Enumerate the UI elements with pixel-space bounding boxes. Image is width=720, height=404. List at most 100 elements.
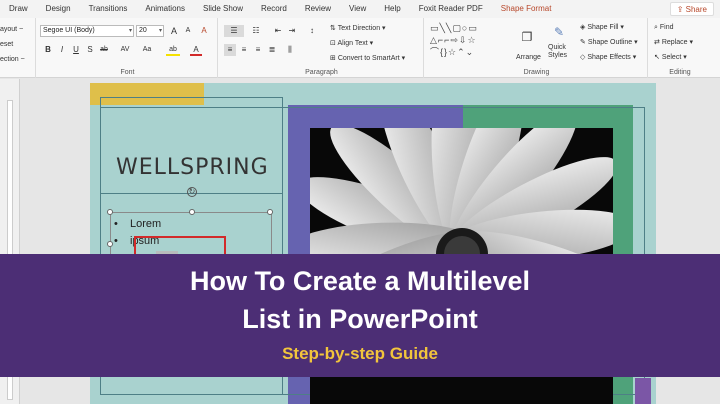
rotate-handle-icon[interactable]: ↻ bbox=[187, 187, 197, 197]
banner-title-line-2: List in PowerPoint bbox=[242, 304, 478, 334]
tab-help[interactable]: Help bbox=[375, 0, 409, 18]
bullet-dot-icon: • bbox=[114, 218, 118, 230]
tab-animations[interactable]: Animations bbox=[136, 0, 194, 18]
chevron-down-icon: ▾ bbox=[158, 28, 162, 34]
slide-title[interactable]: WELLSPRING bbox=[116, 155, 269, 180]
numbering-button[interactable]: ☷ bbox=[250, 25, 262, 37]
bold-icon: B bbox=[45, 45, 51, 54]
ribbon: ayout ~ eset ection ~ Segoe UI (Body) ▾ … bbox=[0, 18, 720, 78]
text-direction-icon: ⇅ bbox=[330, 25, 338, 32]
font-group-label: Font bbox=[120, 69, 135, 76]
arrange-button[interactable]: ❐ bbox=[518, 24, 536, 50]
share-button[interactable]: ⇪ Share bbox=[669, 2, 714, 16]
align-center-button[interactable]: ≡ bbox=[238, 44, 250, 56]
tab-design[interactable]: Design bbox=[37, 0, 80, 18]
char-spacing-button[interactable]: AV bbox=[116, 44, 134, 56]
resize-handle[interactable] bbox=[107, 241, 113, 247]
shapes-gallery[interactable]: ▭╲╲▢○▭ △⌐⌐⇨⇩☆ ⌒{}☆⌃⌄ bbox=[430, 22, 514, 60]
columns-button[interactable]: ⫼ bbox=[284, 44, 296, 56]
convert-smartart-button[interactable]: ⊞ Convert to SmartArt ▾ bbox=[330, 53, 405, 65]
justify-button[interactable]: ≣ bbox=[266, 44, 278, 56]
align-text-label: Align Text bbox=[337, 40, 368, 47]
highlight-button[interactable]: ab bbox=[166, 44, 180, 56]
font-color-icon: A bbox=[193, 45, 199, 54]
chevron-down-icon: ▾ bbox=[128, 28, 132, 34]
highlight-icon: ab bbox=[169, 46, 177, 53]
shape-fill-button[interactable]: ◈ Shape Fill ▾ bbox=[580, 22, 624, 34]
line-spacing-button[interactable]: ↕ bbox=[306, 25, 318, 37]
font-size-select[interactable]: 20 ▾ bbox=[136, 25, 164, 37]
line-spacing-icon: ↕ bbox=[310, 26, 314, 35]
tab-draw[interactable]: Draw bbox=[0, 0, 37, 18]
decrease-indent-button[interactable]: ⇤ bbox=[272, 25, 284, 37]
shrink-font-icon: A bbox=[185, 27, 191, 34]
paragraph-group: ☰ ☷ ⇤ ⇥ ↕ ⇅ Text Direction ▾ ≡ ≡ ≡ ≣ ⫼ ⊡… bbox=[220, 18, 424, 78]
tab-shape-format[interactable]: Shape Format bbox=[492, 0, 561, 18]
shape-outline-button[interactable]: ✎ Shape Outline ▾ bbox=[580, 37, 638, 49]
text-direction-label: Text Direction bbox=[337, 25, 381, 32]
quick-styles-label: Quick Styles bbox=[548, 44, 568, 59]
tab-foxit-reader-pdf[interactable]: Foxit Reader PDF bbox=[410, 0, 492, 18]
grow-font-button[interactable]: A bbox=[168, 25, 180, 37]
shadow-s-button[interactable]: S bbox=[84, 44, 96, 56]
arrange-icon: ❐ bbox=[521, 30, 533, 44]
editing-group-label: Editing bbox=[669, 69, 691, 76]
select-button[interactable]: ↖ Select ▾ bbox=[654, 52, 687, 64]
tab-slide-show[interactable]: Slide Show bbox=[194, 0, 252, 18]
slides-group: ayout ~ eset ection ~ bbox=[0, 18, 36, 78]
text-direction-button[interactable]: ⇅ Text Direction ▾ bbox=[330, 23, 386, 35]
replace-button[interactable]: ⇄ Replace ▾ bbox=[654, 37, 693, 49]
resize-handle[interactable] bbox=[267, 209, 273, 215]
banner-title-line-1: How To Create a Multilevel bbox=[189, 266, 531, 296]
resize-handle[interactable] bbox=[189, 209, 195, 215]
find-label: Find bbox=[659, 24, 674, 31]
shape-outline-label: Shape Outline bbox=[587, 39, 633, 46]
align-right-button[interactable]: ≡ bbox=[252, 44, 264, 56]
align-text-button[interactable]: ⊡ Align Text ▾ bbox=[330, 38, 373, 50]
increase-indent-button[interactable]: ⇥ bbox=[286, 25, 298, 37]
shape-effects-button[interactable]: ◇ Shape Effects ▾ bbox=[580, 52, 636, 64]
section-button[interactable]: ection ~ bbox=[0, 54, 25, 66]
bullet-dot-icon: • bbox=[114, 235, 118, 247]
align-left-button[interactable]: ≡ bbox=[224, 44, 236, 56]
resize-handle[interactable] bbox=[107, 209, 113, 215]
drawing-group: ▭╲╲▢○▭ △⌐⌐⇨⇩☆ ⌒{}☆⌃⌄ ❐ Arrange ✎ Quick Sty… bbox=[426, 18, 648, 78]
clear-format-button[interactable]: A bbox=[198, 25, 210, 37]
find-button[interactable]: ⌕ Find bbox=[654, 22, 674, 34]
align-right-icon: ≡ bbox=[255, 45, 261, 54]
bold-button[interactable]: B bbox=[42, 44, 54, 56]
columns-icon: ⫼ bbox=[288, 45, 292, 54]
bullets-button[interactable]: ☰ bbox=[224, 25, 244, 37]
strikethrough-button[interactable]: ab bbox=[98, 44, 110, 56]
share-label: Share bbox=[685, 5, 707, 14]
quick-styles-button[interactable]: ✎ bbox=[550, 22, 568, 42]
reset-button[interactable]: eset bbox=[0, 39, 13, 51]
tab-record[interactable]: Record bbox=[252, 0, 296, 18]
strikethrough-icon: ab bbox=[100, 46, 108, 53]
italic-button[interactable]: I bbox=[56, 44, 68, 56]
shape-icons: ▭╲╲▢○▭ △⌐⌐⇨⇩☆ ⌒{}☆⌃⌄ bbox=[430, 23, 478, 57]
align-left-icon: ≡ bbox=[227, 45, 233, 54]
font-color-button[interactable]: A bbox=[190, 44, 202, 56]
replace-label: Replace bbox=[661, 39, 688, 46]
smartart-icon: ⊞ bbox=[330, 55, 338, 62]
bullet-item[interactable]: • Lorem bbox=[114, 218, 161, 230]
numbering-icon: ☷ bbox=[252, 26, 260, 35]
change-case-button[interactable]: Aa bbox=[138, 44, 156, 56]
tab-review[interactable]: Review bbox=[296, 0, 340, 18]
tab-view[interactable]: View bbox=[340, 0, 375, 18]
font-family-select[interactable]: Segoe UI (Body) ▾ bbox=[40, 25, 134, 37]
cursor-icon: ↖ bbox=[654, 54, 662, 61]
layout-button[interactable]: ayout ~ bbox=[0, 24, 23, 36]
tab-transitions[interactable]: Transitions bbox=[80, 0, 137, 18]
italic-icon: I bbox=[60, 45, 64, 54]
bullets-icon: ☰ bbox=[230, 26, 238, 35]
underline-button[interactable]: U bbox=[70, 44, 82, 56]
pen-icon: ✎ bbox=[580, 39, 588, 46]
share-icon: ⇪ bbox=[676, 5, 686, 14]
shrink-font-button[interactable]: A bbox=[182, 25, 194, 37]
paragraph-group-label: Paragraph bbox=[305, 69, 338, 76]
increase-indent-icon: ⇥ bbox=[288, 26, 296, 35]
select-label: Select bbox=[661, 54, 682, 61]
convert-smartart-label: Convert to SmartArt bbox=[337, 55, 400, 62]
